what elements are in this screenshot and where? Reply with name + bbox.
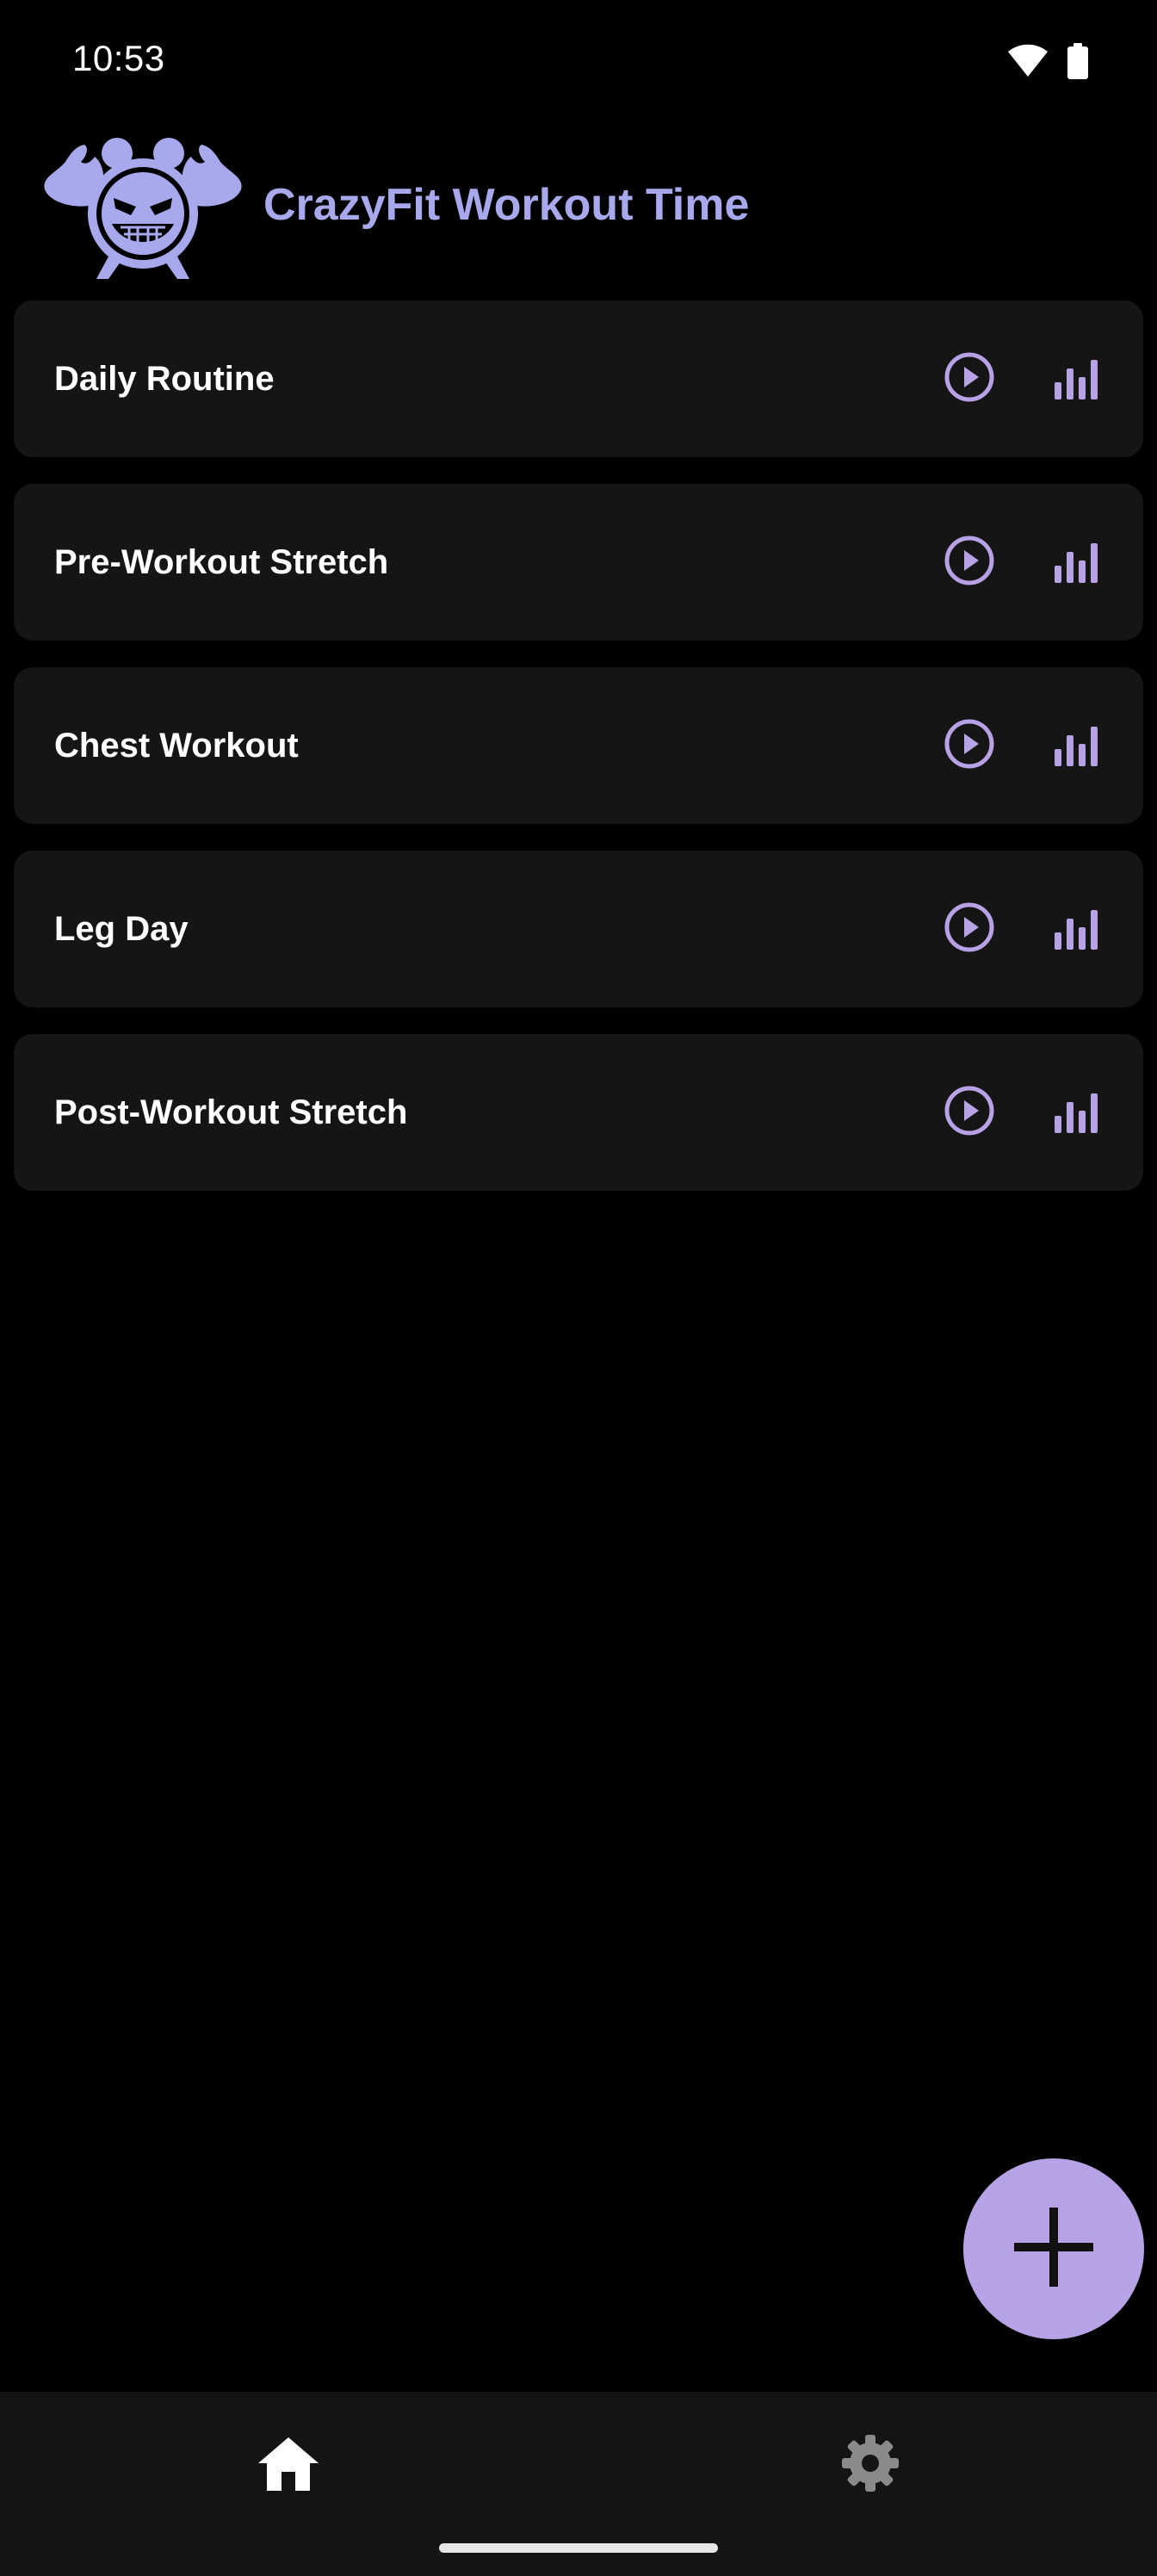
gesture-bar[interactable]: [439, 2543, 718, 2553]
routine-name: Chest Workout: [54, 727, 299, 765]
wifi-icon: [1007, 44, 1049, 83]
play-circle-icon: [944, 901, 995, 957]
stats-button[interactable]: [1049, 1085, 1104, 1140]
play-circle-icon: [944, 535, 995, 591]
add-routine-button[interactable]: [963, 2158, 1144, 2339]
play-button[interactable]: [942, 901, 997, 957]
routine-card[interactable]: Daily Routine: [14, 300, 1143, 457]
stats-button[interactable]: [1049, 351, 1104, 406]
play-button[interactable]: [942, 535, 997, 590]
stats-button[interactable]: [1049, 535, 1104, 590]
routine-card[interactable]: Post-Workout Stretch: [14, 1034, 1143, 1191]
bar-chart-icon: [1055, 1088, 1098, 1137]
battery-icon: [1067, 43, 1088, 84]
bar-chart-icon: [1055, 905, 1098, 954]
app-header: CrazyFit Workout Time: [0, 121, 1157, 293]
home-icon: [258, 2436, 319, 2495]
bar-chart-icon: [1055, 538, 1098, 587]
bottom-navigation: [0, 2392, 1157, 2576]
nav-settings-button[interactable]: [832, 2426, 909, 2504]
play-circle-icon: [944, 351, 995, 407]
routine-name: Post-Workout Stretch: [54, 1093, 408, 1131]
nav-home-button[interactable]: [250, 2426, 327, 2504]
gear-icon: [842, 2434, 899, 2496]
app-title: CrazyFit Workout Time: [263, 180, 750, 230]
status-time: 10:53: [72, 38, 165, 78]
play-button[interactable]: [942, 351, 997, 406]
status-bar: 10:53: [0, 0, 1157, 129]
play-circle-icon: [944, 718, 995, 774]
stats-button[interactable]: [1049, 718, 1104, 773]
routine-name: Pre-Workout Stretch: [54, 543, 389, 581]
bar-chart-icon: [1055, 355, 1098, 404]
play-circle-icon: [944, 1085, 995, 1141]
routine-card[interactable]: Chest Workout: [14, 667, 1143, 824]
routine-card[interactable]: Pre-Workout Stretch: [14, 484, 1143, 641]
play-button[interactable]: [942, 718, 997, 773]
muscle-clock-logo: [41, 127, 244, 282]
plus-icon: [1014, 2207, 1093, 2291]
status-icons: [1007, 43, 1088, 84]
routine-list: Daily Routine Pre-Workout Stretch Chest …: [14, 300, 1143, 1217]
routine-name: Leg Day: [54, 910, 189, 948]
stats-button[interactable]: [1049, 901, 1104, 957]
bar-chart-icon: [1055, 721, 1098, 771]
routine-name: Daily Routine: [54, 360, 275, 398]
routine-card[interactable]: Leg Day: [14, 851, 1143, 1007]
play-button[interactable]: [942, 1085, 997, 1140]
